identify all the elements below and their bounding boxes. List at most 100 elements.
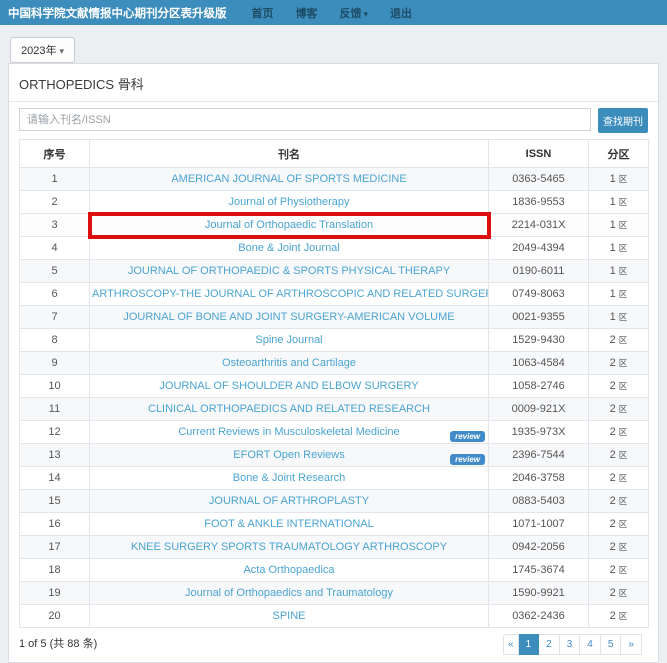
zone-suffix: 区 [619,588,628,598]
year-dropdown-button[interactable]: 2023年▾ [10,37,75,63]
journal-link[interactable]: Current Reviews in Musculoskeletal Medic… [178,426,399,438]
nav-item-home[interactable]: 首页 [252,5,274,21]
row-index-cell: 12 [20,421,90,444]
zone-number: 1 [610,311,616,323]
zone-suffix: 区 [619,450,628,460]
pagination-page-button[interactable]: 3 [560,634,581,655]
journal-name-cell: Spine Journal [90,329,489,352]
pagination-page-button[interactable]: 5 [601,634,622,655]
table-row: 18Acta Orthopaedica1745-36742区 [20,559,649,582]
zone-number: 2 [610,610,616,622]
zone-suffix: 区 [619,427,628,437]
pagination-next-button[interactable]: » [621,634,642,655]
issn-cell: 1745-3674 [489,559,589,582]
zone-suffix: 区 [619,611,628,621]
zone-suffix: 区 [619,496,628,506]
row-index-cell: 6 [20,283,90,306]
table-row: 7JOURNAL OF BONE AND JOINT SURGERY-AMERI… [20,306,649,329]
review-badge: review [450,454,485,465]
pagination-page-button[interactable]: 1 [519,634,540,655]
journal-link[interactable]: Osteoarthritis and Cartilage [222,357,356,369]
row-index-cell: 8 [20,329,90,352]
zone-number: 2 [610,472,616,484]
issn-cell: 2046-3758 [489,467,589,490]
zone-number: 1 [610,288,616,300]
row-index-cell: 20 [20,605,90,628]
journal-link[interactable]: AMERICAN JOURNAL OF SPORTS MEDICINE [171,173,406,185]
zone-number: 1 [610,196,616,208]
table-header: 序号 刊名 ISSN 分区 [20,140,649,168]
journal-link[interactable]: Acta Orthopaedica [243,564,334,576]
nav-item-feedback[interactable]: 反馈▾ [340,5,369,21]
journal-link[interactable]: Journal of Physiotherapy [228,196,349,208]
journal-link[interactable]: Bone & Joint Research [233,472,346,484]
journal-name-cell: Bone & Joint Research [90,467,489,490]
table-row: 17KNEE SURGERY SPORTS TRAUMATOLOGY ARTHR… [20,536,649,559]
issn-cell: 1590-9921 [489,582,589,605]
zone-cell: 2区 [589,352,649,375]
journal-name-cell: Acta Orthopaedica [90,559,489,582]
journal-link[interactable]: Journal of Orthopaedic Translation [205,219,373,231]
journal-link[interactable]: ARTHROSCOPY-THE JOURNAL OF ARTHROSCOPIC … [92,288,489,300]
journal-name-cell: JOURNAL OF SHOULDER AND ELBOW SURGERY [90,375,489,398]
table-row: 3 Journal of Orthopaedic Translation 2214-… [20,214,649,237]
journal-link[interactable]: Journal of Orthopaedics and Traumatology [185,587,393,599]
journal-link[interactable]: FOOT & ANKLE INTERNATIONAL [204,518,374,530]
journal-link[interactable]: KNEE SURGERY SPORTS TRAUMATOLOGY ARTHROS… [131,541,447,553]
zone-suffix: 区 [619,358,628,368]
journal-link[interactable]: CLINICAL ORTHOPAEDICS AND RELATED RESEAR… [148,403,430,415]
zone-number: 1 [610,242,616,254]
journal-name-cell: CLINICAL ORTHOPAEDICS AND RELATED RESEAR… [90,398,489,421]
journal-name-cell: KNEE SURGERY SPORTS TRAUMATOLOGY ARTHROS… [90,536,489,559]
zone-number: 2 [610,541,616,553]
journal-link[interactable]: Bone & Joint Journal [238,242,340,254]
zone-number: 2 [610,426,616,438]
zone-cell: 2区 [589,467,649,490]
journal-link[interactable]: JOURNAL OF ORTHOPAEDIC & SPORTS PHYSICAL… [128,265,450,277]
zone-suffix: 区 [619,473,628,483]
issn-cell: 2214-031X [489,214,589,237]
zone-suffix: 区 [619,197,628,207]
zone-cell: 2区 [589,329,649,352]
journal-name-cell: ARTHROSCOPY-THE JOURNAL OF ARTHROSCOPIC … [90,283,489,306]
pagination-page-button[interactable]: 2 [539,634,560,655]
zone-number: 1 [610,173,616,185]
pagination-prev-button[interactable]: « [503,634,519,655]
table-row: 15JOURNAL OF ARTHROPLASTY0883-54032区 [20,490,649,513]
row-index-cell: 15 [20,490,90,513]
journal-name-cell: JOURNAL OF ORTHOPAEDIC & SPORTS PHYSICAL… [90,260,489,283]
search-button[interactable]: 查找期刊 [598,108,648,133]
journal-link[interactable]: EFORT Open Reviews [233,449,344,461]
journal-link[interactable]: SPINE [272,610,305,622]
row-index-cell: 14 [20,467,90,490]
journal-link[interactable]: Spine Journal [255,334,322,346]
zone-number: 2 [610,380,616,392]
site-brand[interactable]: 中国科学院文献情报中心期刊分区表升级版 [8,5,227,21]
issn-cell: 1529-9430 [489,329,589,352]
issn-cell: 1058-2746 [489,375,589,398]
column-header-zone: 分区 [589,140,649,168]
zone-cell: 2区 [589,513,649,536]
zone-suffix: 区 [619,289,628,299]
pagination-page-button[interactable]: 4 [580,634,601,655]
zone-cell: 1区 [589,214,649,237]
journal-link[interactable]: JOURNAL OF SHOULDER AND ELBOW SURGERY [159,380,418,392]
issn-cell: 0362-2436 [489,605,589,628]
nav-item-blog[interactable]: 博客 [296,5,318,21]
journal-link[interactable]: JOURNAL OF BONE AND JOINT SURGERY-AMERIC… [123,311,454,323]
issn-cell: 0749-8063 [489,283,589,306]
row-index-cell: 16 [20,513,90,536]
journal-name-cell: EFORT Open Reviews review [90,444,489,467]
search-input[interactable] [19,108,591,131]
issn-cell: 0190-6011 [489,260,589,283]
zone-number: 2 [610,495,616,507]
nav-item-logout[interactable]: 退出 [390,5,412,21]
year-filter-row: 2023年▾ [0,25,667,63]
journals-table-body: 1AMERICAN JOURNAL OF SPORTS MEDICINE0363… [20,168,649,628]
journal-link[interactable]: JOURNAL OF ARTHROPLASTY [209,495,369,507]
table-row: 2Journal of Physiotherapy1836-95531区 [20,191,649,214]
zone-number: 1 [610,219,616,231]
zone-cell: 1区 [589,191,649,214]
row-index-cell: 3 [20,214,90,237]
zone-cell: 1区 [589,306,649,329]
